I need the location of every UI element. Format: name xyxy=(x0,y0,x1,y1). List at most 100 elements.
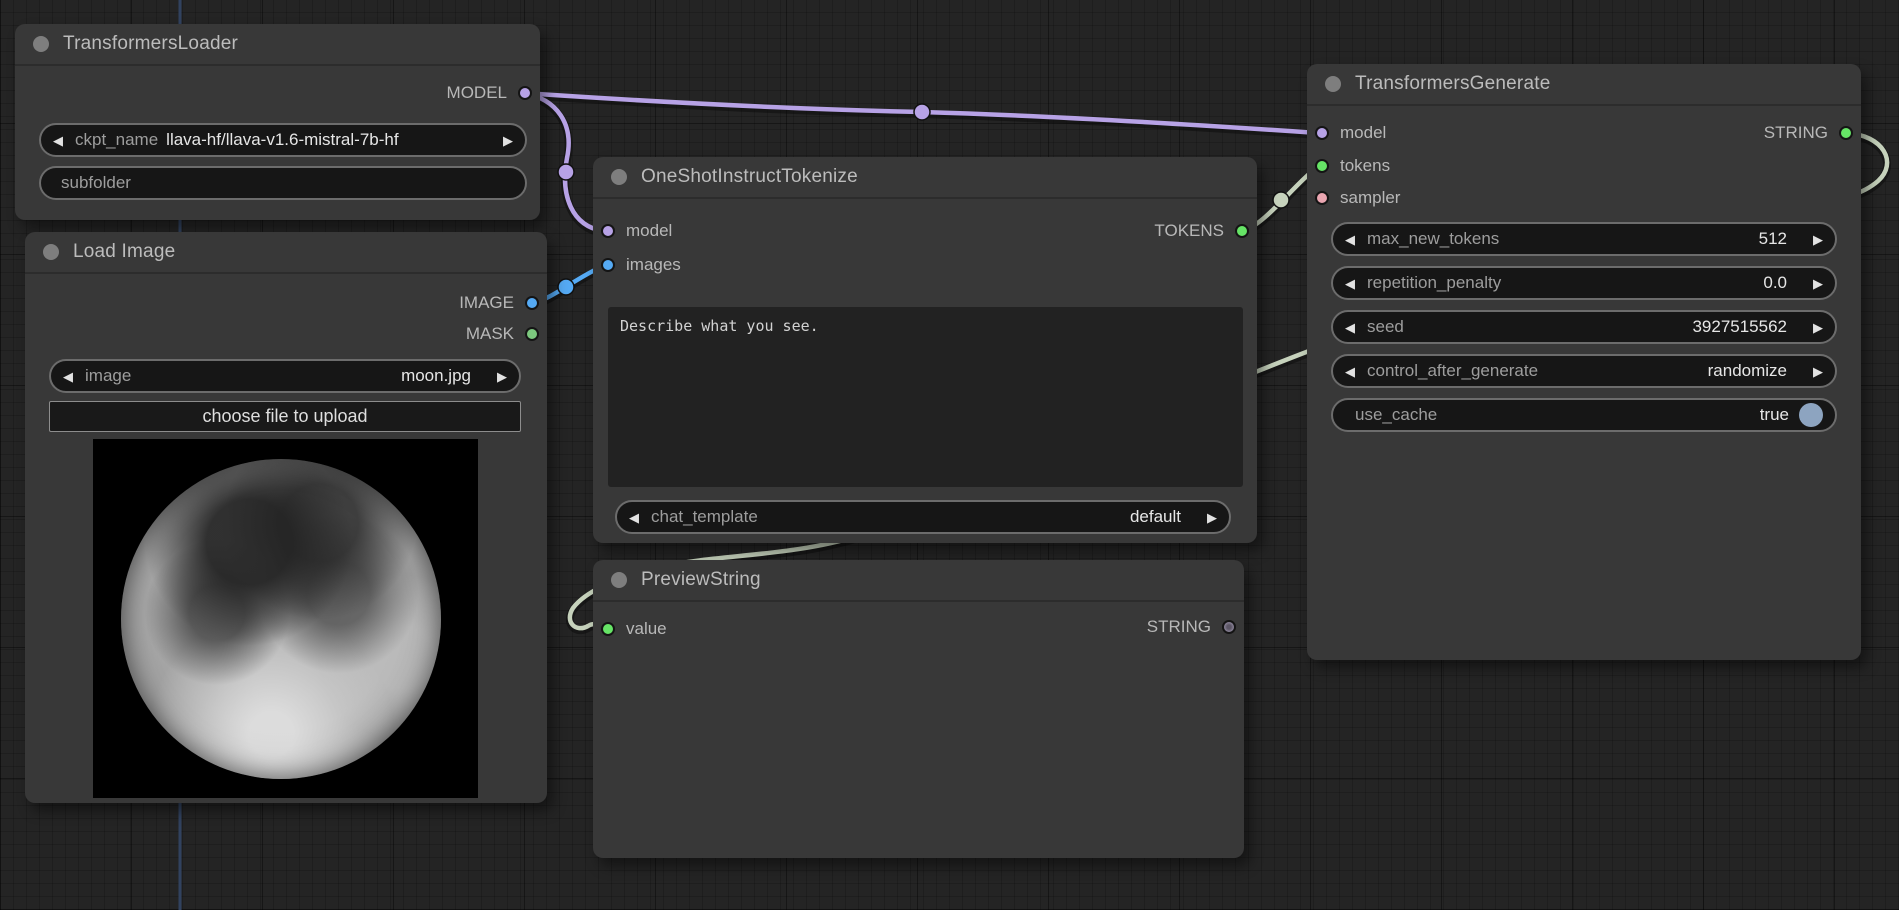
image-preview xyxy=(93,439,478,798)
widget-label: chat_template xyxy=(651,507,758,527)
output-dot-string[interactable] xyxy=(1839,126,1853,140)
input-slot-model[interactable]: model xyxy=(601,220,672,242)
output-dot-image[interactable] xyxy=(525,296,539,310)
node-title: OneShotInstructTokenize xyxy=(641,166,858,188)
collapse-dot-icon[interactable] xyxy=(611,572,627,588)
input-dot-value[interactable] xyxy=(601,622,615,636)
number-widget-repetition-penalty[interactable]: ◀ repetition_penalty 0.0 ▶ xyxy=(1331,266,1837,300)
output-label: STRING xyxy=(1147,617,1211,637)
combo-widget-chat-template[interactable]: ◀ chat_template default ▶ xyxy=(615,500,1231,534)
widget-label: use_cache xyxy=(1345,405,1437,425)
widget-value: randomize xyxy=(1708,361,1801,381)
input-slot-value[interactable]: value xyxy=(601,618,667,640)
input-dot-tokens[interactable] xyxy=(1315,159,1329,173)
increment-arrow-icon[interactable]: ▶ xyxy=(1801,233,1823,246)
increment-arrow-icon[interactable]: ▶ xyxy=(1195,511,1217,524)
toggle-on-icon[interactable] xyxy=(1799,403,1823,427)
increment-arrow-icon[interactable]: ▶ xyxy=(491,134,513,147)
increment-arrow-icon[interactable]: ▶ xyxy=(1801,365,1823,378)
node-title: PreviewString xyxy=(641,569,761,591)
number-widget-seed[interactable]: ◀ seed 3927515562 ▶ xyxy=(1331,310,1837,344)
decrement-arrow-icon[interactable]: ◀ xyxy=(63,370,85,383)
output-label: MODEL xyxy=(447,83,507,103)
increment-arrow-icon[interactable]: ▶ xyxy=(1801,321,1823,334)
input-label: model xyxy=(626,221,672,241)
input-dot-sampler[interactable] xyxy=(1315,191,1329,205)
widget-label: subfolder xyxy=(53,173,131,193)
input-dot-images[interactable] xyxy=(601,258,615,272)
node-header[interactable]: PreviewString xyxy=(593,560,1244,602)
widget-value: 3927515562 xyxy=(1692,317,1801,337)
decrement-arrow-icon[interactable]: ◀ xyxy=(1345,233,1367,246)
node-header[interactable]: OneShotInstructTokenize xyxy=(593,157,1257,199)
prompt-textarea[interactable]: Describe what you see. xyxy=(608,307,1243,487)
input-slot-sampler[interactable]: sampler xyxy=(1315,187,1400,209)
output-label: MASK xyxy=(466,324,514,344)
collapse-dot-icon[interactable] xyxy=(43,244,59,260)
number-widget-max-new-tokens[interactable]: ◀ max_new_tokens 512 ▶ xyxy=(1331,222,1837,256)
node-title: Load Image xyxy=(73,241,175,263)
output-label: TOKENS xyxy=(1154,221,1224,241)
output-slot-tokens[interactable]: TOKENS xyxy=(1154,220,1249,242)
node-header[interactable]: Load Image xyxy=(25,232,547,274)
input-slot-model[interactable]: model xyxy=(1315,122,1386,144)
output-slot-string[interactable]: STRING xyxy=(1147,616,1236,638)
input-dot-model[interactable] xyxy=(601,224,615,238)
input-label: images xyxy=(626,255,681,275)
widget-label: control_after_generate xyxy=(1367,361,1538,381)
input-label: tokens xyxy=(1340,156,1390,176)
combo-widget-control-after-generate[interactable]: ◀ control_after_generate randomize ▶ xyxy=(1331,354,1837,388)
widget-label: repetition_penalty xyxy=(1367,273,1501,293)
decrement-arrow-icon[interactable]: ◀ xyxy=(629,511,651,524)
link-dot[interactable] xyxy=(558,279,574,295)
output-slot-image[interactable]: IMAGE xyxy=(459,292,539,314)
output-dot-tokens[interactable] xyxy=(1235,224,1249,238)
combo-widget-image[interactable]: ◀ image moon.jpg ▶ xyxy=(49,359,521,393)
decrement-arrow-icon[interactable]: ◀ xyxy=(1345,277,1367,290)
node-load-image[interactable]: Load Image IMAGE MASK ◀ image moon.jpg ▶… xyxy=(25,232,547,803)
output-label: IMAGE xyxy=(459,293,514,313)
widget-value: llava-hf/llava-v1.6-mistral-7b-hf xyxy=(166,130,398,150)
node-previewstring[interactable]: PreviewString value STRING xyxy=(593,560,1244,858)
input-label: value xyxy=(626,619,667,639)
output-dot-model[interactable] xyxy=(518,86,532,100)
node-header[interactable]: TransformersLoader xyxy=(15,24,540,66)
widget-label: seed xyxy=(1367,317,1404,337)
toggle-widget-use-cache[interactable]: use_cache true xyxy=(1331,398,1837,432)
input-slot-images[interactable]: images xyxy=(601,254,681,276)
decrement-arrow-icon[interactable]: ◀ xyxy=(1345,321,1367,334)
node-transformersloader[interactable]: TransformersLoader MODEL ◀ ckpt_name lla… xyxy=(15,24,540,220)
input-slot-tokens[interactable]: tokens xyxy=(1315,155,1390,177)
widget-label: max_new_tokens xyxy=(1367,229,1499,249)
decrement-arrow-icon[interactable]: ◀ xyxy=(53,134,75,147)
text-widget-subfolder[interactable]: subfolder xyxy=(39,166,527,200)
input-label: model xyxy=(1340,123,1386,143)
input-dot-model[interactable] xyxy=(1315,126,1329,140)
node-transformersgenerate[interactable]: TransformersGenerate model tokens sample… xyxy=(1307,64,1861,660)
upload-button[interactable]: choose file to upload xyxy=(49,401,521,432)
input-label: sampler xyxy=(1340,188,1400,208)
collapse-dot-icon[interactable] xyxy=(611,169,627,185)
output-slot-model[interactable]: MODEL xyxy=(447,82,532,104)
node-title: TransformersLoader xyxy=(63,33,238,55)
graph-canvas[interactable]: TransformersLoader MODEL ◀ ckpt_name lla… xyxy=(0,0,1899,910)
widget-value: moon.jpg xyxy=(401,366,485,386)
output-slot-mask[interactable]: MASK xyxy=(466,323,539,345)
collapse-dot-icon[interactable] xyxy=(1325,76,1341,92)
decrement-arrow-icon[interactable]: ◀ xyxy=(1345,365,1367,378)
link-dot[interactable] xyxy=(558,164,574,180)
increment-arrow-icon[interactable]: ▶ xyxy=(485,370,507,383)
output-dot-string[interactable] xyxy=(1222,620,1236,634)
output-label: STRING xyxy=(1764,123,1828,143)
link-dot[interactable] xyxy=(914,104,930,120)
widget-value: true xyxy=(1760,405,1789,425)
output-slot-string[interactable]: STRING xyxy=(1764,122,1853,144)
output-dot-mask[interactable] xyxy=(525,327,539,341)
collapse-dot-icon[interactable] xyxy=(33,36,49,52)
combo-widget-ckpt-name[interactable]: ◀ ckpt_name llava-hf/llava-v1.6-mistral-… xyxy=(39,123,527,157)
node-header[interactable]: TransformersGenerate xyxy=(1307,64,1861,106)
link-dot[interactable] xyxy=(1273,192,1289,208)
widget-value: 0.0 xyxy=(1763,273,1801,293)
increment-arrow-icon[interactable]: ▶ xyxy=(1801,277,1823,290)
node-oneshotinstructtokenize[interactable]: OneShotInstructTokenize model images TOK… xyxy=(593,157,1257,543)
